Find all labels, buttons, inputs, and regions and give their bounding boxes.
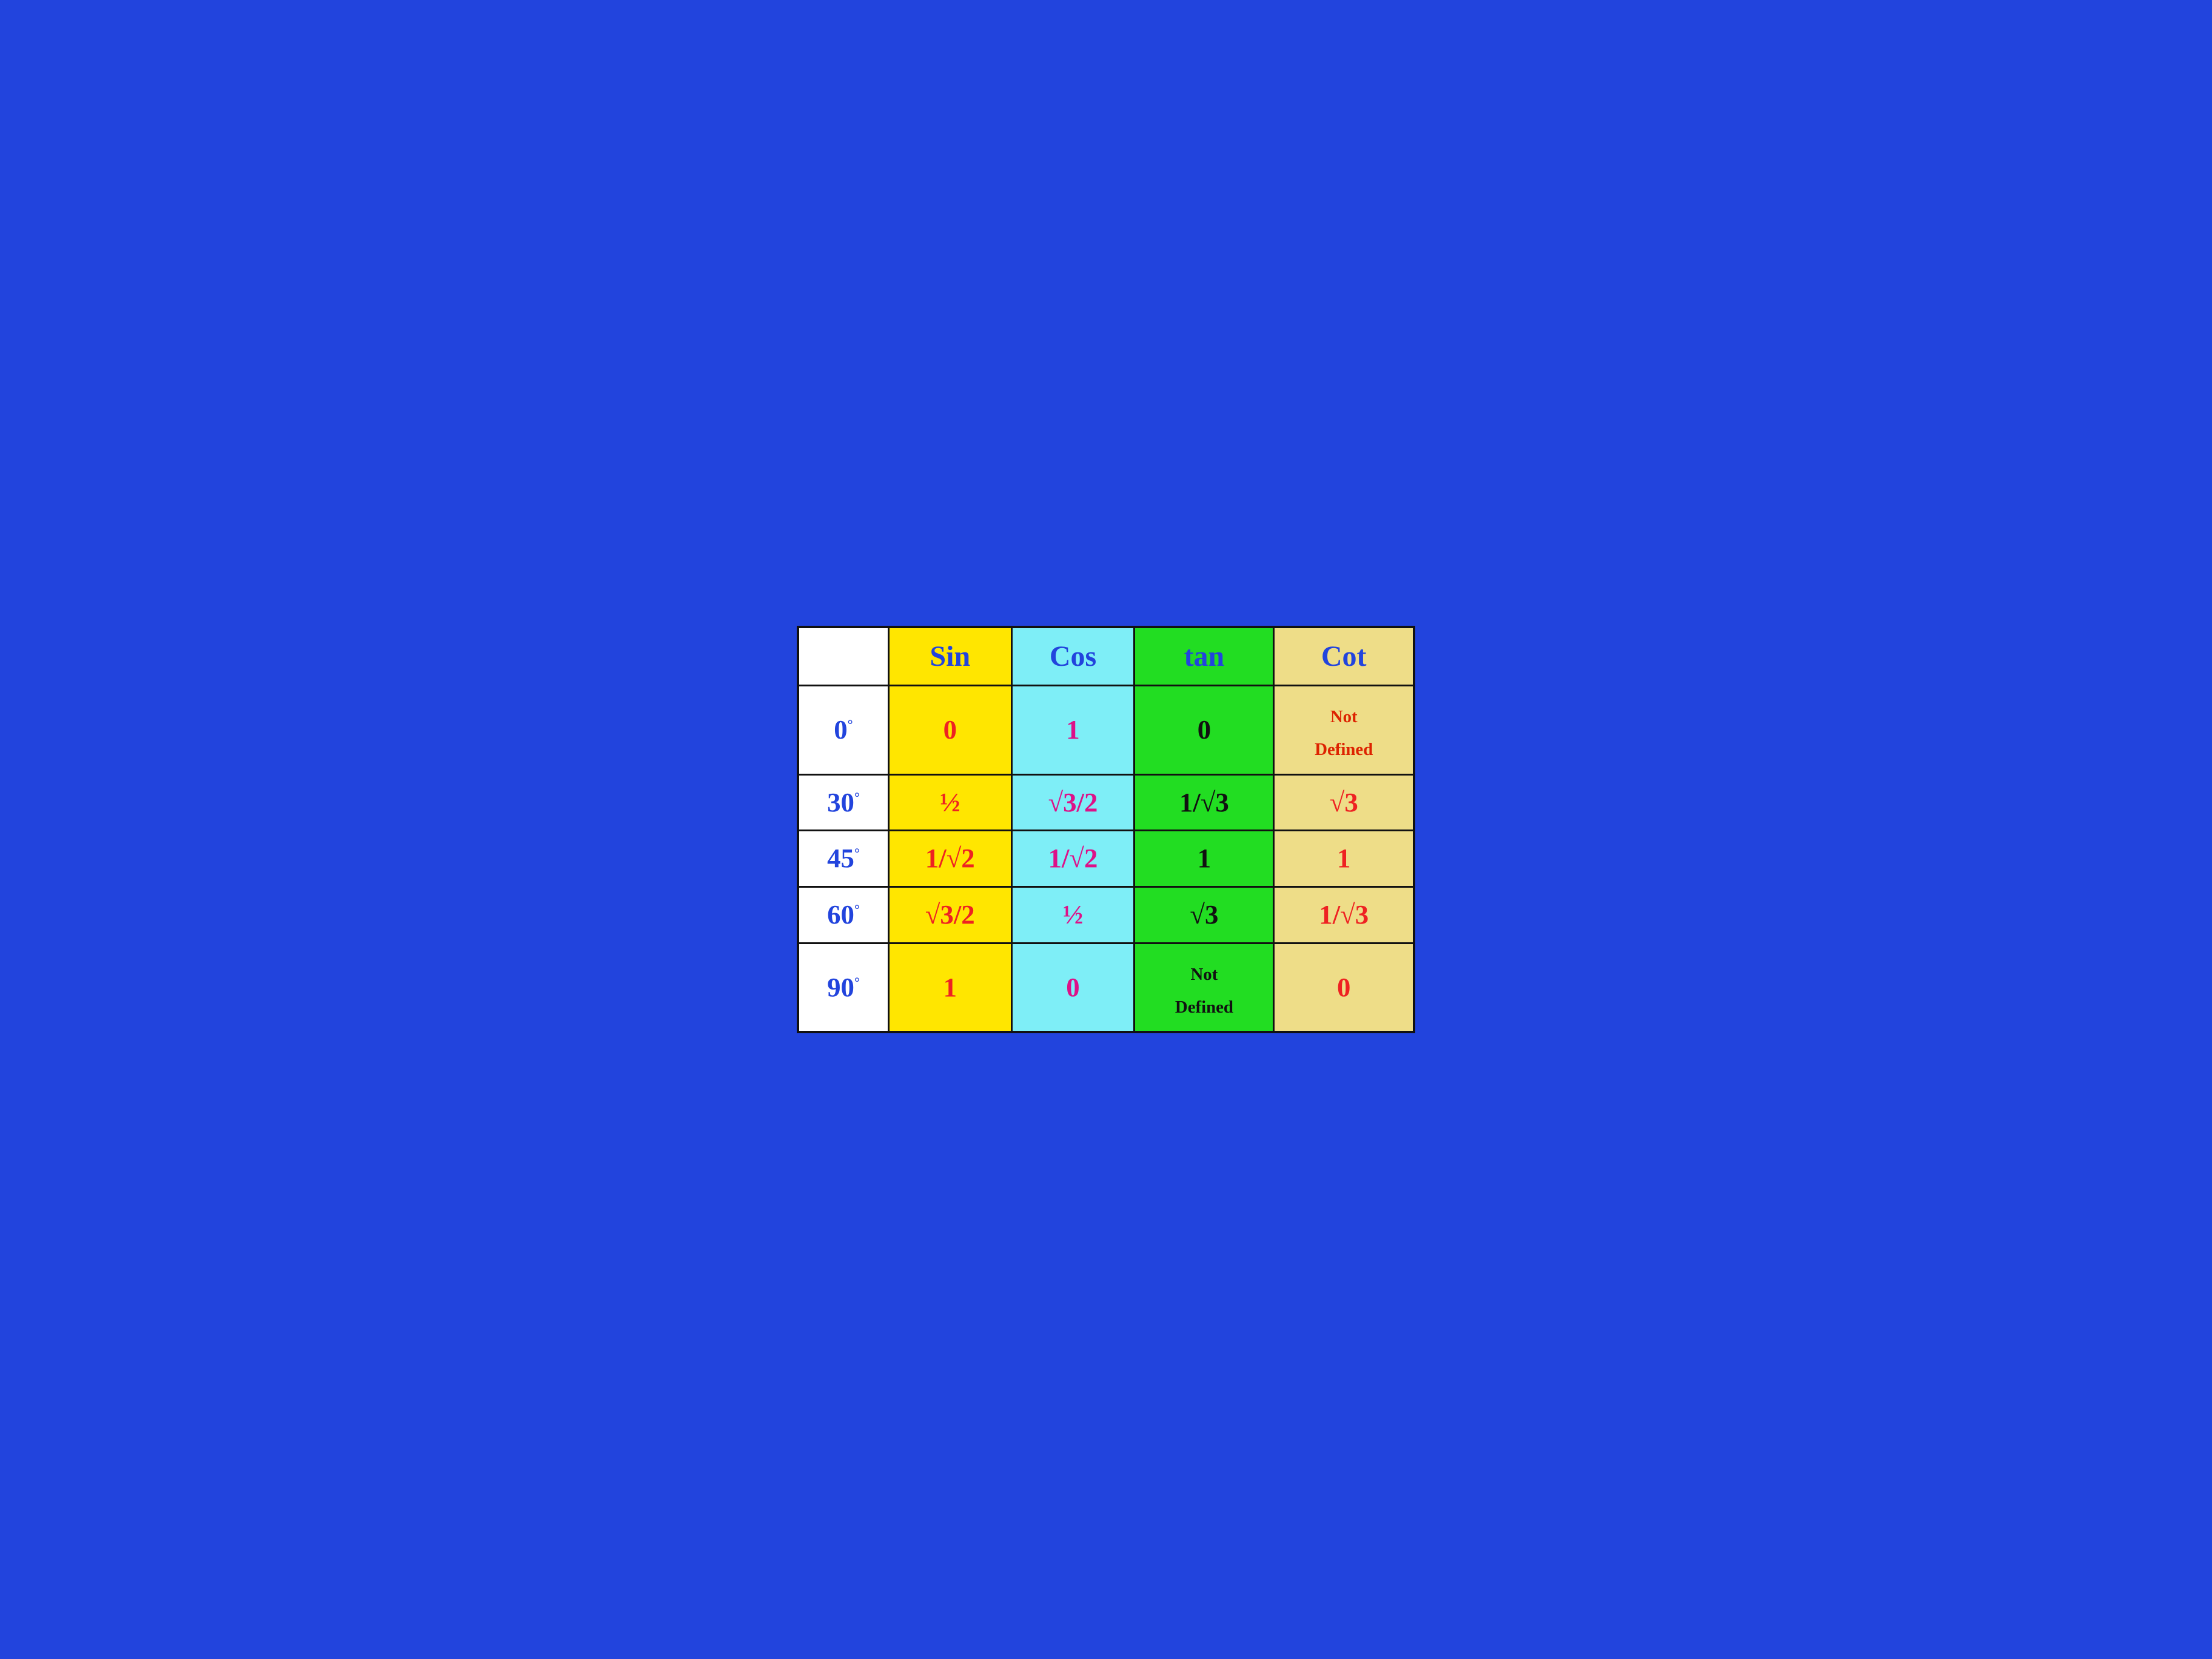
table-wrapper: Sin Cos tan Cot 0° 0 1 0 — [773, 602, 1439, 1058]
angle-0: 0° — [798, 686, 888, 775]
angle-30: 30° — [798, 774, 888, 831]
tan-30: 1/√3 — [1134, 774, 1274, 831]
sin-0: 0 — [888, 686, 1011, 775]
trig-table: Sin Cos tan Cot 0° 0 1 0 — [797, 626, 1415, 1034]
cot-label: Cot — [1321, 640, 1367, 672]
tan-0: 0 — [1134, 686, 1274, 775]
not-defined-cot-0: NotDefined — [1315, 707, 1373, 759]
cos-label: Cos — [1050, 640, 1096, 672]
cot-0: NotDefined — [1274, 686, 1414, 775]
header-tan-cell: tan — [1134, 627, 1274, 686]
cot-60: 1/√3 — [1274, 887, 1414, 943]
cot-30: √3 — [1274, 774, 1414, 831]
sin-90: 1 — [888, 943, 1011, 1032]
sin-label: Sin — [930, 640, 970, 672]
sin-30: ½ — [888, 774, 1011, 831]
table-row: 30° ½ √3/2 1/√3 √3 — [798, 774, 1414, 831]
angle-45: 45° — [798, 831, 888, 887]
cot-90: 0 — [1274, 943, 1414, 1032]
table-row: 45° 1/√2 1/√2 1 1 — [798, 831, 1414, 887]
tan-45: 1 — [1134, 831, 1274, 887]
header-angle-cell — [798, 627, 888, 686]
cos-30: √3/2 — [1011, 774, 1134, 831]
angle-90: 90° — [798, 943, 888, 1032]
tan-90: NotDefined — [1134, 943, 1274, 1032]
cot-45: 1 — [1274, 831, 1414, 887]
cos-45: 1/√2 — [1011, 831, 1134, 887]
header-row: Sin Cos tan Cot — [798, 627, 1414, 686]
cos-0: 1 — [1011, 686, 1134, 775]
header-cos-cell: Cos — [1011, 627, 1134, 686]
angle-60: 60° — [798, 887, 888, 943]
table-row: 60° √3/2 ½ √3 1/√3 — [798, 887, 1414, 943]
not-defined-tan-90: NotDefined — [1175, 965, 1233, 1017]
tan-60: √3 — [1134, 887, 1274, 943]
table-row: 0° 0 1 0 NotDefined — [798, 686, 1414, 775]
header-sin-cell: Sin — [888, 627, 1011, 686]
cos-90: 0 — [1011, 943, 1134, 1032]
sin-45: 1/√2 — [888, 831, 1011, 887]
sin-60: √3/2 — [888, 887, 1011, 943]
cos-60: ½ — [1011, 887, 1134, 943]
tan-label: tan — [1184, 640, 1225, 672]
table-row: 90° 1 0 NotDefined 0 — [798, 943, 1414, 1032]
header-cot-cell: Cot — [1274, 627, 1414, 686]
